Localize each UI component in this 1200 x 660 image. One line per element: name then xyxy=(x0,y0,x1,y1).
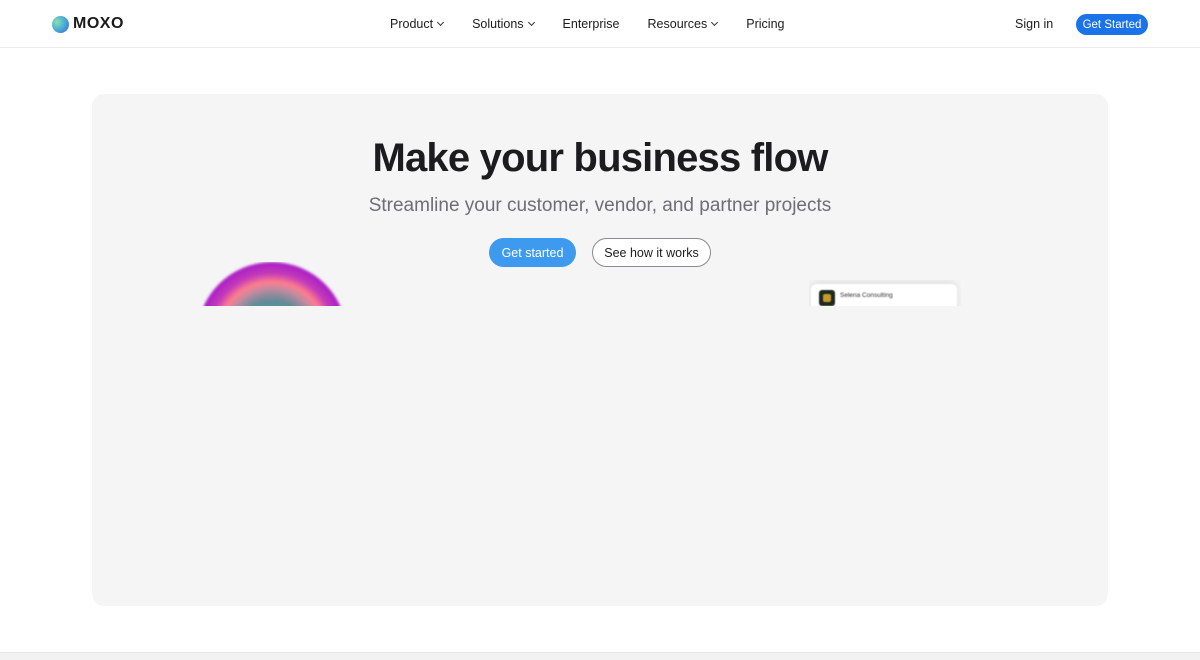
nav-item-enterprise[interactable]: Enterprise xyxy=(563,17,620,31)
nav-item-label: Pricing xyxy=(746,17,785,31)
chevron-down-icon xyxy=(527,18,535,27)
nav-item-solutions[interactable]: Solutions xyxy=(472,17,535,31)
get-started-button[interactable]: Get started xyxy=(489,238,576,267)
company-logo-icon xyxy=(819,290,835,306)
nav-item-pricing[interactable]: Pricing xyxy=(746,17,784,31)
hero-section: Make your business flow Streamline your … xyxy=(92,94,1108,606)
nav-item-product[interactable]: Product xyxy=(390,17,445,31)
preview-card-graphic: Selena Consulting xyxy=(809,280,961,306)
logo-text: MOXO xyxy=(73,15,124,32)
hero-title: Make your business flow xyxy=(372,136,828,180)
nav-item-label: Resources xyxy=(647,17,708,31)
get-started-nav-button[interactable]: Get Started xyxy=(1076,14,1148,35)
preview-card-label: Selena Consulting xyxy=(840,292,893,299)
hero-subtitle: Streamline your customer, vendor, and pa… xyxy=(368,195,832,216)
see-how-it-works-button[interactable]: See how it works xyxy=(592,238,711,267)
chevron-down-icon xyxy=(711,18,719,27)
nav-item-label: Solutions xyxy=(472,17,524,31)
logo[interactable]: MOXO xyxy=(52,15,124,33)
sign-in-link[interactable]: Sign in xyxy=(1015,17,1053,31)
main-menu: Product Solutions Enterprise Resources P… xyxy=(390,0,784,48)
chevron-down-icon xyxy=(437,18,445,27)
nav-item-resources[interactable]: Resources xyxy=(647,17,719,31)
logo-mark-icon xyxy=(52,15,69,33)
top-nav: MOXO Product Solutions Enterprise Resour… xyxy=(0,0,1200,48)
gradient-orb-image xyxy=(197,262,347,306)
nav-item-label: Product xyxy=(390,17,434,31)
hero-orb-graphic xyxy=(197,262,347,306)
page-bottom-edge xyxy=(0,652,1200,660)
preview-card: Selena Consulting xyxy=(811,284,957,306)
nav-item-label: Enterprise xyxy=(562,17,620,31)
